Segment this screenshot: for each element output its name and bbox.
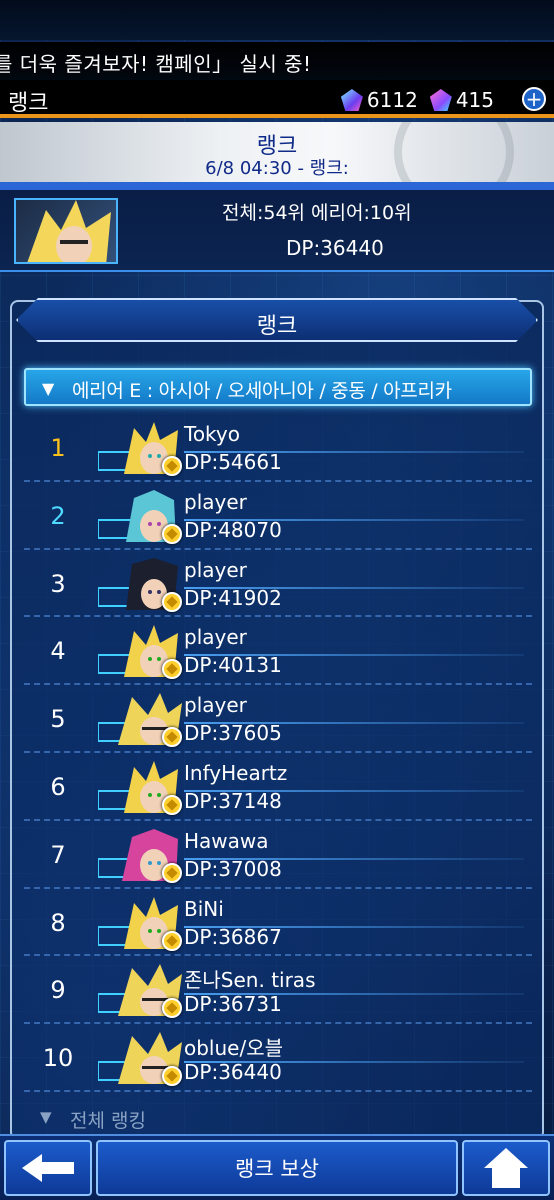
rank-number: 2 (50, 501, 66, 530)
player-name: player (184, 693, 247, 718)
bottom-nav: 랭크 보상 (0, 1134, 554, 1200)
banner-period: 6/8 04:30 - 랭크: (205, 158, 349, 179)
my-ranking-text: 전체:54위 에리어:10위 (222, 202, 412, 224)
player-dp: DP:36731 (184, 992, 282, 1017)
player-dp: DP:36867 (184, 924, 282, 949)
player-dp: DP:40131 (184, 653, 282, 678)
player-name: BiNi (184, 896, 224, 921)
rank-badge-icon (162, 862, 182, 883)
ticker-text: 를 더욱 즐겨보자! 캠페인」 실시 중! (0, 52, 312, 76)
my-avatar (14, 198, 118, 264)
divider (0, 182, 554, 190)
expand-triangle-icon: ▼ (40, 1108, 52, 1126)
my-dp: DP:36440 (286, 236, 384, 260)
rank-reward-label: 랭크 보상 (235, 1157, 319, 1181)
rank-number: 3 (50, 569, 66, 598)
collapse-triangle-icon: ▼ (42, 379, 55, 398)
ranking-row[interactable]: 3 player DP:41902 (24, 550, 532, 618)
home-icon (484, 1148, 528, 1188)
ranking-row[interactable]: 2 player DP:48070 (24, 482, 532, 550)
panel-header: 랭크 (16, 298, 538, 342)
ranking-list: 1 Tokyo DP:54661 2 player DP:48070 3 pla… (24, 414, 532, 1092)
add-currency-button[interactable]: + (522, 87, 546, 111)
rank-number: 8 (50, 908, 66, 937)
rank-number: 1 (50, 434, 66, 462)
all-ranking-toggle[interactable]: ▼ 전체 랭킹 (24, 1104, 532, 1134)
rank-number: 5 (50, 705, 66, 734)
region-label: 에리어 E : 아시아 / 오세아니아 / 중동 / 아프리카 (72, 380, 452, 402)
rank-badge-icon (162, 930, 182, 951)
rank-period-banner: 랭크 6/8 04:30 - 랭크: (0, 122, 554, 182)
player-dp: DP:41902 (184, 585, 282, 610)
ticket-count: 415 (455, 88, 494, 112)
player-name: player (184, 625, 247, 650)
plus-icon: + (525, 87, 543, 111)
status-bar (0, 0, 554, 40)
rank-reward-button[interactable]: 랭크 보상 (96, 1140, 458, 1196)
rank-number: 7 (50, 840, 66, 869)
currency-display: 6112 415 (340, 88, 494, 112)
region-selector[interactable]: ▼ 에리어 E : 아시아 / 오세아니아 / 중동 / 아프리카 (24, 368, 532, 406)
rank-badge-icon (162, 456, 182, 476)
rank-badge-icon (162, 591, 182, 612)
news-ticker[interactable]: 를 더욱 즐겨보자! 캠페인」 실시 중! (0, 42, 554, 80)
title-bar: 랭크 6112 415 + (0, 80, 554, 118)
player-name: oblue/오블 (184, 1036, 284, 1061)
back-button[interactable] (4, 1140, 92, 1196)
home-button[interactable] (462, 1140, 550, 1196)
ranking-row[interactable]: 1 Tokyo DP:54661 (24, 414, 532, 482)
rank-badge-icon (162, 523, 182, 544)
rank-number: 9 (50, 976, 66, 1005)
back-arrow-icon (22, 1154, 74, 1182)
ranking-row[interactable]: 9 존나Sen. tiras DP:36731 (24, 956, 532, 1025)
player-dp: DP:36440 (184, 1060, 282, 1085)
rank-number: 4 (50, 637, 66, 666)
player-dp: DP:54661 (184, 450, 282, 474)
panel-title: 랭크 (256, 314, 298, 339)
player-name: InfyHeartz (184, 760, 288, 785)
player-dp: DP:37148 (184, 788, 282, 813)
gem-count: 6112 (366, 88, 418, 112)
ranking-row[interactable]: 6 InfyHeartz DP:37148 (24, 753, 532, 821)
rank-number: 6 (50, 772, 66, 801)
player-name: Tokyo (184, 422, 240, 446)
all-ranking-label: 전체 랭킹 (70, 1110, 146, 1132)
rank-badge-icon (162, 794, 182, 815)
ranking-row[interactable]: 5 player DP:37605 (24, 685, 532, 753)
ranking-row[interactable]: 10 oblue/오블 DP:36440 (24, 1024, 532, 1092)
my-rank-summary: 전체:54위 에리어:10위 DP:36440 (0, 190, 554, 272)
page-title: 랭크 (8, 91, 49, 116)
ranking-row[interactable]: 8 BiNi DP:36867 (24, 889, 532, 957)
player-dp: DP:37008 (184, 856, 282, 881)
player-dp: DP:37605 (184, 721, 282, 746)
ranking-row[interactable]: 4 player DP:40131 (24, 617, 532, 686)
player-name: player (184, 489, 247, 514)
gem-icon (340, 89, 363, 111)
player-name: Hawawa (184, 828, 269, 853)
player-name: player (184, 557, 247, 582)
ranking-row[interactable]: 7 Hawawa DP:37008 (24, 821, 532, 889)
rank-number: 10 (42, 1044, 74, 1073)
player-name: 존나Sen. tiras (184, 968, 316, 993)
ticket-icon (429, 89, 452, 111)
player-dp: DP:48070 (184, 517, 282, 542)
